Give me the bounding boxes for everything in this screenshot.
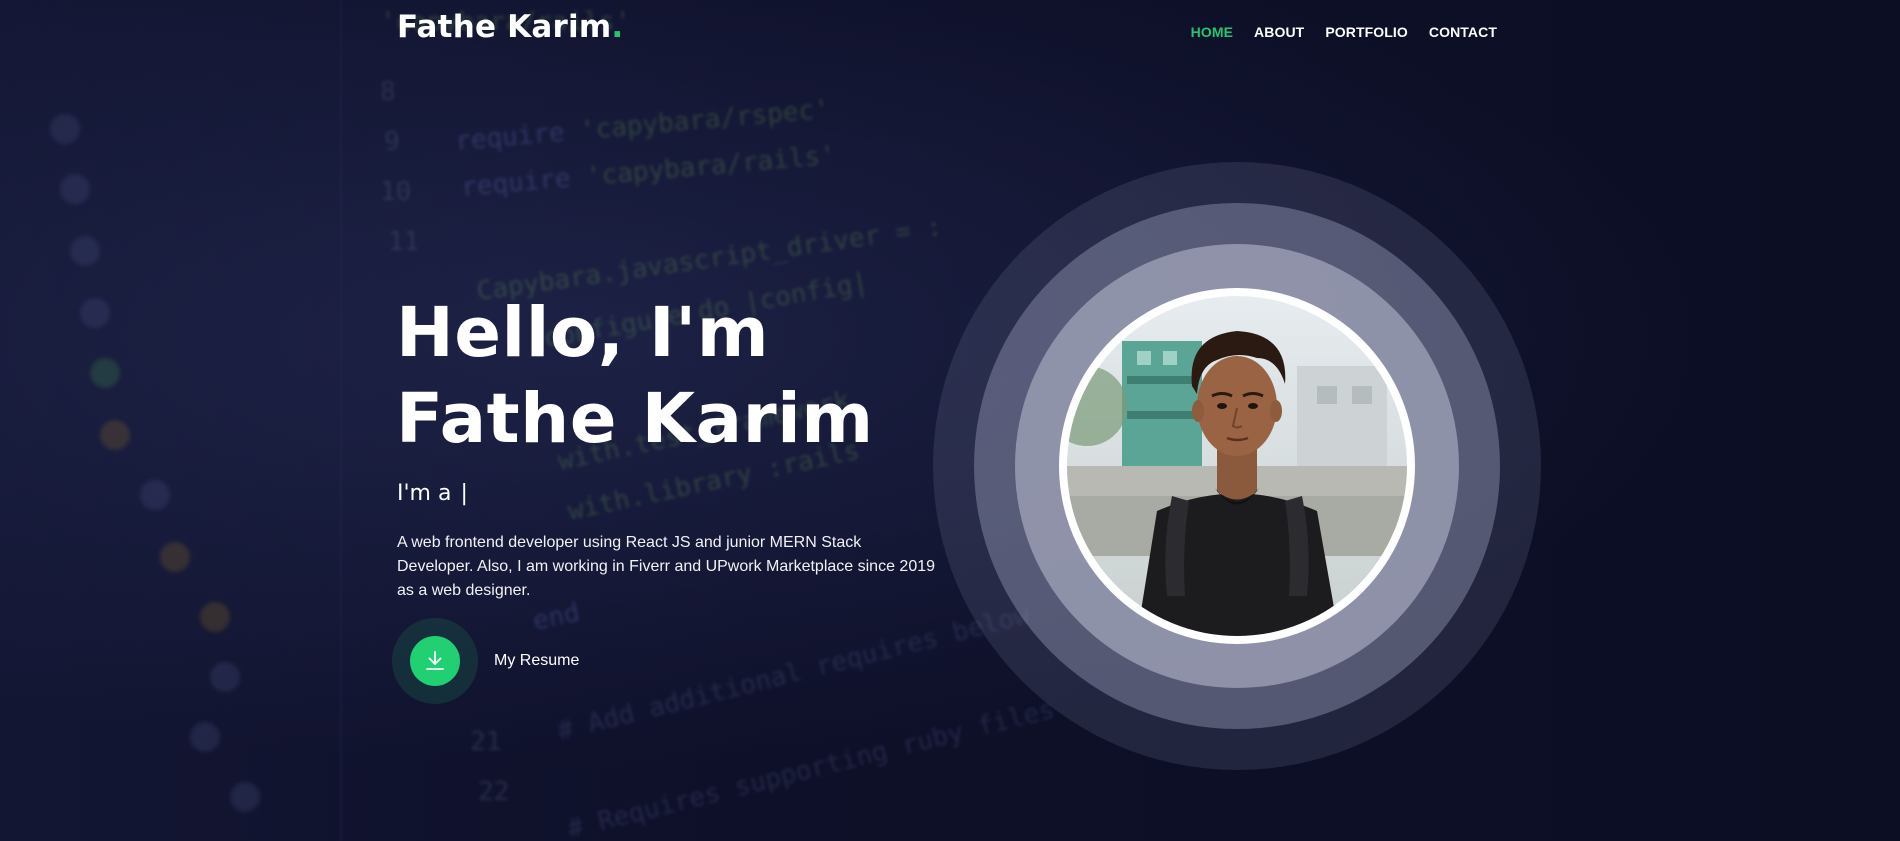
tree-item: [50, 112, 170, 146]
brand-logo[interactable]: Fathe Karim.: [397, 9, 623, 45]
nav-menu: HOME ABOUT PORTFOLIO CONTACT: [1191, 24, 1497, 40]
svg-text:8: 8: [380, 77, 396, 107]
svg-text:require 'capybara/rspec': require 'capybara/rspec': [454, 94, 831, 157]
resume-label[interactable]: My Resume: [494, 652, 579, 670]
nav-link-portfolio[interactable]: PORTFOLIO: [1325, 24, 1408, 40]
tree-item: [210, 660, 330, 694]
tree-item: [140, 478, 260, 512]
nav-link-about[interactable]: ABOUT: [1254, 24, 1304, 40]
resume-download-button[interactable]: My Resume: [392, 618, 579, 704]
svg-text:9: 9: [384, 127, 400, 157]
tree-item: [100, 418, 220, 452]
tree-item: [90, 356, 210, 390]
svg-text:22: 22: [478, 777, 509, 807]
brand-name: Fathe Karim: [397, 9, 612, 45]
brand-dot: .: [611, 9, 624, 45]
svg-text:10: 10: [380, 177, 411, 207]
download-icon: [426, 651, 444, 670]
profile-photo-illustration: [1067, 296, 1407, 636]
tree-item: [70, 234, 190, 268]
profile-photo: [1059, 288, 1415, 644]
tree-item: [80, 296, 200, 330]
typing-cursor: |: [460, 481, 468, 506]
resume-button-circle[interactable]: [410, 636, 460, 686]
editor-divider: [340, 0, 342, 841]
svg-text:require 'capybara/rails': require 'capybara/rails': [460, 140, 837, 203]
svg-text:21: 21: [470, 727, 501, 757]
nav-link-contact[interactable]: CONTACT: [1429, 24, 1497, 40]
nav-link-home[interactable]: HOME: [1191, 24, 1233, 40]
navbar: Fathe Karim. HOME ABOUT PORTFOLIO CONTAC…: [397, 0, 1497, 60]
hero-section: 8 9 10 11 require 'capybara/rspec' requi…: [0, 0, 1900, 841]
svg-text:11: 11: [388, 227, 419, 257]
typing-prefix: I'm a: [397, 481, 452, 506]
tree-item: [60, 172, 180, 206]
hero-description: A web frontend developer using React JS …: [397, 534, 936, 599]
tree-item: [190, 720, 310, 754]
tree-item: [160, 540, 280, 574]
typing-text: I'm a |: [397, 481, 468, 506]
tree-item: [200, 600, 320, 634]
hero-title: Hello, I'm Fathe Karim: [396, 290, 874, 462]
resume-button-halo: [392, 618, 478, 704]
tree-item: [230, 780, 350, 814]
portrait-rings: [933, 162, 1541, 770]
hero-title-line-2: Fathe Karim: [396, 379, 874, 459]
hero-title-line-1: Hello, I'm: [396, 293, 770, 373]
